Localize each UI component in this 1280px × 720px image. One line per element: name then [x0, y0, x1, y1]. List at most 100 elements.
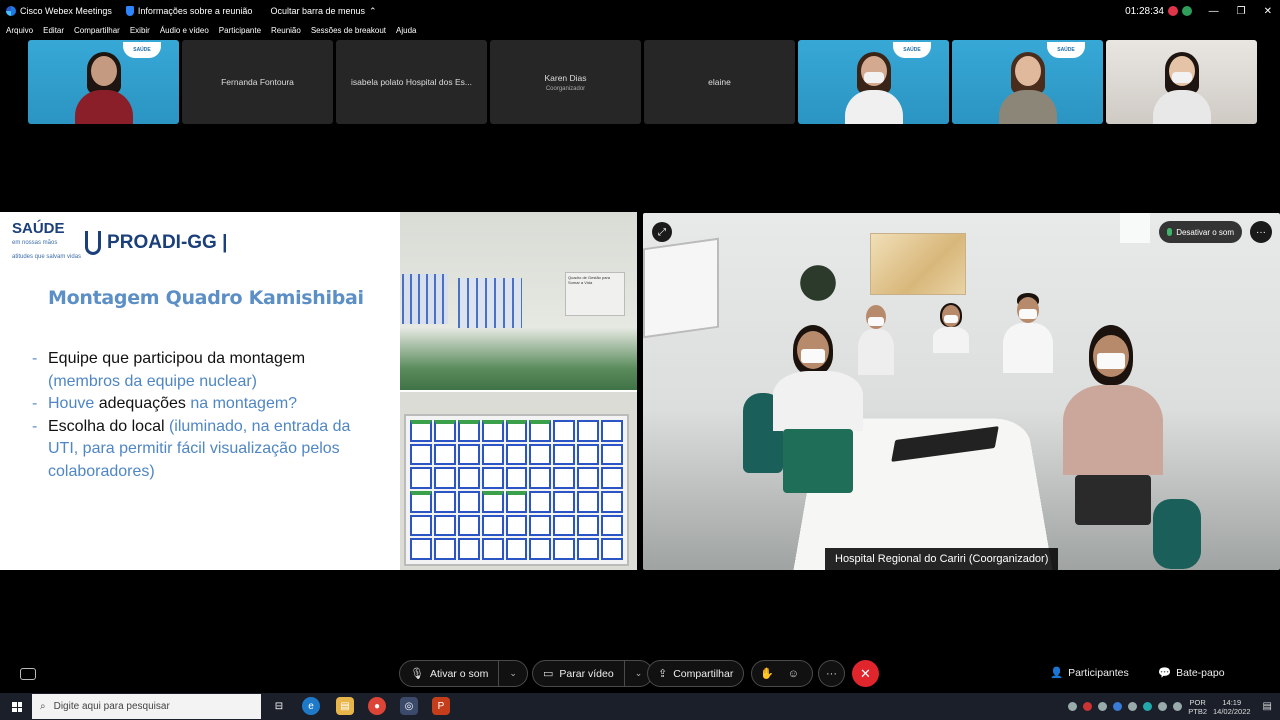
- bullet-blue-text: Houve: [48, 395, 95, 412]
- video-button[interactable]: ▭ Parar vídeo ⌄: [532, 660, 654, 687]
- menu-item-ajuda[interactable]: Ajuda: [396, 26, 416, 35]
- menu-item-audio-video[interactable]: Áudio e vídeo: [160, 26, 209, 35]
- chat-label: Bate-papo: [1176, 666, 1225, 679]
- menu-item-exibir[interactable]: Exibir: [130, 26, 150, 35]
- tray-app-icon[interactable]: [1113, 702, 1123, 711]
- main-video[interactable]: ⤢ Desativar o som ··· Hospital Regional …: [643, 213, 1280, 570]
- status-icon[interactable]: [1182, 6, 1192, 16]
- timer-text: 01:28:34: [1125, 5, 1164, 17]
- chat-button[interactable]: 💬 Bate-papo: [1158, 666, 1225, 680]
- meeting-info-button[interactable]: Informações sobre a reunião: [125, 6, 252, 16]
- brand-program: PROADI-GG |: [107, 232, 228, 253]
- file-explorer-icon[interactable]: ▤: [336, 697, 354, 715]
- menu-item-editar[interactable]: Editar: [43, 26, 64, 35]
- edge-icon[interactable]: e: [302, 697, 320, 715]
- taskbar-clock[interactable]: 14:19 14/02/2022: [1213, 698, 1251, 716]
- participant-video-avatar: [998, 50, 1057, 124]
- brand-tagline: em nossas mãos: [12, 240, 58, 246]
- participant-tile[interactable]: SAÚDE: [28, 40, 179, 124]
- hide-menu-bar-button[interactable]: Ocultar barra de menus ⌃: [270, 6, 376, 17]
- recording-icon[interactable]: [1168, 6, 1178, 16]
- tray-app-icon[interactable]: [1083, 702, 1093, 711]
- remote-mute-label: Desativar o som: [1176, 227, 1234, 237]
- end-call-button[interactable]: ✕: [852, 660, 879, 687]
- remote-mute-button[interactable]: Desativar o som: [1159, 221, 1242, 243]
- more-icon[interactable]: ···: [818, 660, 845, 687]
- volume-icon[interactable]: [1173, 702, 1183, 711]
- chevron-up-icon: ⌃: [369, 5, 377, 16]
- participant-tile[interactable]: Karen Dias Coorganizador: [490, 40, 641, 124]
- windows-taskbar: ⌕ Digite aqui para pesquisar ⊟ e ▤ ● ◎ P…: [0, 693, 1280, 720]
- slide-photo-kamishibai: [400, 392, 637, 570]
- participant-tile[interactable]: [1106, 40, 1257, 124]
- brand-u-icon: [85, 231, 102, 255]
- reactions-group: ✋ ☺: [751, 660, 813, 687]
- powerpoint-icon[interactable]: P: [432, 697, 450, 715]
- participant-strip: SAÚDE Fernanda Fontoura isabela polato H…: [28, 40, 1257, 124]
- participant-tile[interactable]: SAÚDE: [952, 40, 1103, 124]
- brand-sub: atitudes que salvam vidas: [12, 254, 82, 260]
- menu-item-participante[interactable]: Participante: [219, 26, 261, 35]
- video-person: [933, 303, 969, 353]
- slide-photo-wall: Quadro de Gestão para Somar a Vida: [400, 212, 637, 390]
- tray-app-icon[interactable]: [1068, 702, 1078, 711]
- task-view-icon[interactable]: ⊟: [270, 697, 288, 715]
- mute-button[interactable]: 🎙 Ativar o som ⌄: [399, 660, 528, 687]
- mic-icon: [1167, 228, 1173, 236]
- room-window: [1120, 213, 1150, 243]
- tray-app-icon[interactable]: [1098, 702, 1108, 711]
- video-person: [1003, 293, 1053, 373]
- windows-start-icon[interactable]: [12, 702, 22, 712]
- notification-icon[interactable]: ▤: [1263, 701, 1272, 712]
- bullet-blue-text: na montagem?: [190, 395, 298, 412]
- participants-button[interactable]: 👤 Participantes: [1050, 666, 1129, 680]
- wifi-icon[interactable]: [1158, 702, 1168, 711]
- tray-app-icon[interactable]: [1143, 702, 1153, 711]
- restore-icon[interactable]: ❐: [1237, 6, 1246, 17]
- close-icon[interactable]: ✕: [1264, 6, 1272, 17]
- chrome-icon[interactable]: ●: [368, 697, 386, 715]
- participant-tile[interactable]: SAÚDE: [798, 40, 949, 124]
- menu-item-arquivo[interactable]: Arquivo: [6, 26, 33, 35]
- mic-off-icon: 🎙: [410, 668, 424, 680]
- tray-app-icon[interactable]: [1128, 702, 1138, 711]
- window-controls: — ❐ ✕: [1209, 6, 1272, 17]
- slide-brand: SAÚDE em nossas mãos atitudes que salvam…: [12, 221, 228, 264]
- room-painting: [870, 233, 966, 295]
- chevron-down-icon[interactable]: ⌄: [635, 668, 643, 679]
- menu-item-reuniao[interactable]: Reunião: [271, 26, 301, 35]
- participant-tile[interactable]: isabela polato Hospital dos Es...: [336, 40, 487, 124]
- chevron-down-icon[interactable]: ⌄: [509, 668, 517, 679]
- webex-taskbar-icon[interactable]: ◎: [400, 697, 418, 715]
- video-person: [1063, 325, 1163, 525]
- share-button[interactable]: ⇪ Compartilhar: [647, 660, 745, 687]
- caption-icon[interactable]: [20, 668, 36, 680]
- participant-video-avatar: [1152, 50, 1211, 124]
- expand-icon[interactable]: ⤢: [652, 222, 672, 242]
- camera-icon: ▭: [543, 668, 554, 680]
- emoji-icon[interactable]: ☺: [788, 668, 799, 680]
- menu-item-breakout[interactable]: Sessões de breakout: [311, 26, 386, 35]
- search-placeholder: Digite aqui para pesquisar: [53, 701, 170, 712]
- language-indicator[interactable]: POR PTB2: [1188, 698, 1207, 716]
- minimize-icon[interactable]: —: [1209, 6, 1219, 17]
- room-plant: [793, 253, 843, 313]
- participant-video-avatar: [74, 50, 133, 124]
- taskbar-search-input[interactable]: ⌕ Digite aqui para pesquisar: [32, 694, 261, 719]
- more-options-icon[interactable]: ···: [1250, 221, 1272, 243]
- mute-label: Ativar o som: [429, 667, 489, 680]
- shield-icon: [125, 6, 134, 16]
- participant-name: Karen Dias: [544, 72, 587, 83]
- menu-item-compartilhar[interactable]: Compartilhar: [74, 26, 120, 35]
- app-title-text: Cisco Webex Meetings: [20, 6, 112, 16]
- slide-bullet: Escolha do local (iluminado, na entrada …: [32, 416, 372, 484]
- share-label: Compartilhar: [673, 667, 734, 680]
- system-tray: POR PTB2 14:19 14/02/2022 ▤: [1068, 693, 1280, 720]
- participant-tile[interactable]: elaine: [644, 40, 795, 124]
- video-label: Parar vídeo: [559, 667, 614, 680]
- wall-sign: Quadro de Gestão para Somar a Vida: [565, 272, 625, 316]
- bullet-dark-text: Equipe que participou da montagem: [48, 350, 306, 367]
- participant-tile[interactable]: Fernanda Fontoura: [182, 40, 333, 124]
- raise-hand-icon[interactable]: ✋: [760, 667, 774, 680]
- wall-board-image: [402, 274, 448, 324]
